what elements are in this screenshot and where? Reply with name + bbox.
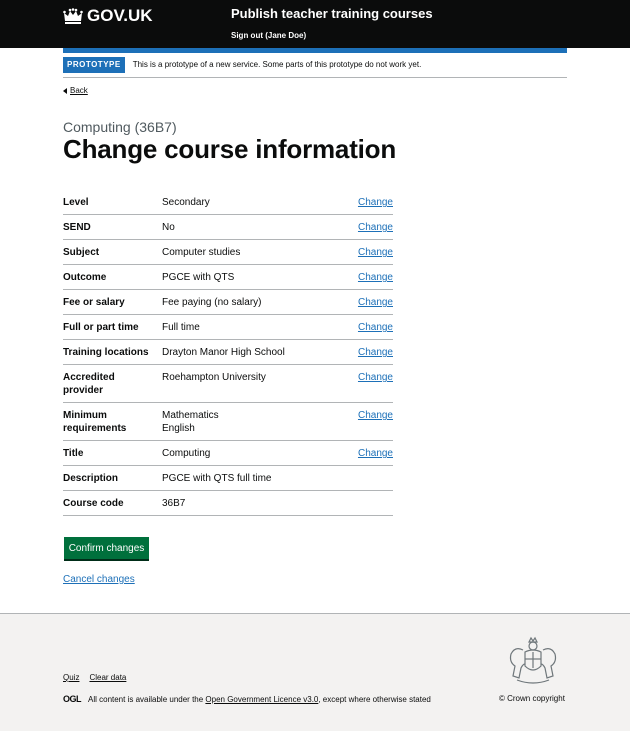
summary-value: Drayton Manor High School: [162, 346, 353, 359]
summary-key: Subject: [63, 247, 100, 258]
back-arrow-icon: [63, 87, 67, 94]
logo-text: GOV.UK: [87, 6, 153, 25]
summary-key: Course code: [63, 498, 124, 509]
summary-row: Accredited provider Roehampton University…: [63, 365, 393, 403]
change-link[interactable]: Change: [353, 409, 393, 435]
footer-links: Quiz Clear data: [63, 673, 126, 682]
summary-row: Minimum requirements Mathematics English Ch…: [63, 403, 393, 441]
change-link[interactable]: Change: [353, 346, 393, 359]
summary-value-line: Drayton Manor High School: [162, 347, 285, 358]
summary-key: Accredited provider: [63, 372, 115, 396]
header-underline: [63, 48, 567, 53]
govuk-logo[interactable]: GOV.UK: [63, 6, 153, 26]
summary-row: SEND No Change: [63, 215, 393, 240]
summary-key: Training locations: [63, 347, 149, 358]
crown-copyright[interactable]: © Crown copyright: [499, 694, 565, 703]
summary-key: Level: [63, 197, 89, 208]
summary-value: Computing: [162, 447, 353, 460]
summary-row: Level Secondary Change: [63, 190, 393, 215]
summary-value-line: PGCE with QTS full time: [162, 473, 272, 484]
change-link: [353, 497, 393, 510]
licence-suffix: , except where otherwise stated: [318, 694, 431, 704]
summary-row: Description PGCE with QTS full time: [63, 466, 393, 491]
service-name[interactable]: Publish teacher training courses: [231, 6, 433, 21]
phase-banner: PROTOTYPE This is a prototype of a new s…: [63, 57, 567, 78]
change-link[interactable]: Change: [353, 371, 393, 397]
back-link-label: Back: [70, 86, 88, 95]
summary-value: PGCE with QTS full time: [162, 472, 353, 485]
summary-value-line: Computing: [162, 448, 211, 459]
summary-row: Course code 36B7: [63, 491, 393, 516]
summary-value-line: 36B7: [162, 498, 186, 509]
licence-text: All content is available under the Open …: [88, 695, 431, 704]
licence-notice: OGL All content is available under the O…: [63, 694, 431, 704]
phase-text: This is a prototype of a new service. So…: [132, 60, 422, 69]
change-link[interactable]: Change: [353, 246, 393, 259]
summary-list: Level Secondary Change SEND No Change Subject C…: [63, 190, 393, 516]
summary-key: Outcome: [63, 272, 107, 283]
summary-row: Subject Computer studies Change: [63, 240, 393, 265]
summary-key: SEND: [63, 222, 91, 233]
cancel-changes-link[interactable]: Cancel changes: [63, 574, 135, 585]
royal-coat-of-arms-icon: [509, 636, 557, 684]
change-link[interactable]: Change: [353, 221, 393, 234]
change-link[interactable]: Change: [353, 196, 393, 209]
licence-prefix: All content is available under the: [88, 694, 206, 704]
summary-row: Outcome PGCE with QTS Change: [63, 265, 393, 290]
summary-value: PGCE with QTS: [162, 271, 353, 284]
summary-key: Fee or salary: [63, 297, 125, 308]
summary-value-line: Roehampton University: [162, 372, 266, 383]
page-title: Change course information: [63, 134, 397, 164]
summary-value: 36B7: [162, 497, 353, 510]
licence-link[interactable]: Open Government Licence v3.0: [205, 695, 318, 704]
summary-value: Secondary: [162, 196, 353, 209]
change-link: [353, 472, 393, 485]
crown-icon: [63, 8, 83, 24]
confirm-changes-button[interactable]: Confirm changes: [64, 537, 149, 559]
summary-value: Computer studies: [162, 246, 353, 259]
summary-value-line: Computer studies: [162, 247, 241, 258]
summary-value-line: No: [162, 222, 175, 233]
summary-row: Training locations Drayton Manor High Sch…: [63, 340, 393, 365]
summary-key: Title: [63, 448, 84, 459]
summary-key: Full or part time: [63, 322, 139, 333]
sign-out-link[interactable]: Sign out (Jane Doe): [231, 31, 306, 40]
summary-value-line: Fee paying (no salary): [162, 297, 262, 308]
summary-value: Mathematics English: [162, 409, 353, 435]
back-link[interactable]: Back: [63, 86, 88, 95]
summary-value-line: Full time: [162, 322, 200, 333]
summary-key: Description: [63, 473, 119, 484]
summary-row: Full or part time Full time Change: [63, 315, 393, 340]
site-footer: Quiz Clear data OGL All content is avail…: [0, 613, 630, 731]
footer-link-quiz[interactable]: Quiz: [63, 673, 79, 682]
change-link[interactable]: Change: [353, 447, 393, 460]
change-link[interactable]: Change: [353, 271, 393, 284]
summary-row: Title Computing Change: [63, 441, 393, 466]
site-header: GOV.UK Publish teacher training courses …: [0, 0, 630, 48]
summary-value: Full time: [162, 321, 353, 334]
summary-key: Minimum requirements: [63, 410, 127, 434]
summary-value: Roehampton University: [162, 371, 353, 397]
ogl-logo-icon: OGL: [63, 694, 82, 704]
footer-link-clear-data[interactable]: Clear data: [89, 673, 126, 682]
change-link[interactable]: Change: [353, 296, 393, 309]
phase-tag: PROTOTYPE: [63, 57, 125, 73]
summary-value: Fee paying (no salary): [162, 296, 353, 309]
summary-value-line: PGCE with QTS: [162, 272, 235, 283]
summary-value: No: [162, 221, 353, 234]
summary-value-line: English: [162, 423, 195, 434]
summary-value-line: Secondary: [162, 197, 210, 208]
page-caption: Computing (36B7): [63, 119, 177, 135]
summary-row: Fee or salary Fee paying (no salary) Chang…: [63, 290, 393, 315]
summary-value-line: Mathematics: [162, 410, 219, 421]
change-link[interactable]: Change: [353, 321, 393, 334]
